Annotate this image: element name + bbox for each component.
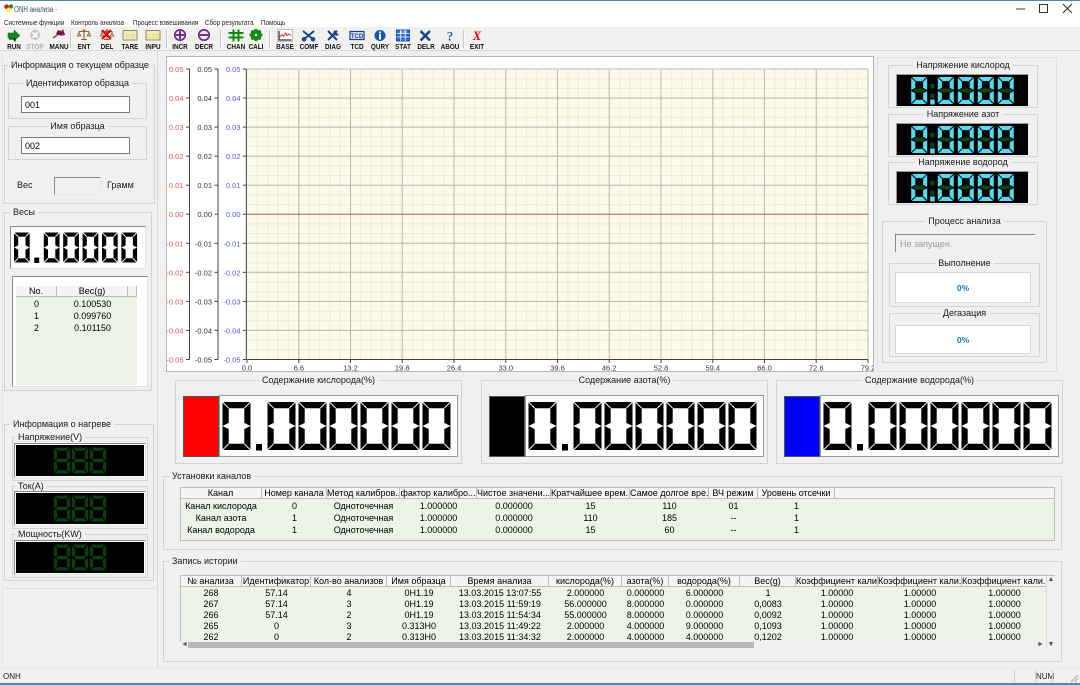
svg-text:-0.03: -0.03: [167, 297, 184, 306]
svg-text:0.0: 0.0: [242, 364, 252, 372]
svg-text:13.2: 13.2: [343, 364, 358, 372]
svg-text:0.01: 0.01: [197, 181, 212, 190]
svg-text:0.01: 0.01: [169, 181, 184, 190]
svg-text:0.00: 0.00: [226, 210, 241, 219]
svg-text:-0.02: -0.02: [167, 268, 184, 277]
svg-text:52.8: 52.8: [654, 364, 669, 372]
svg-text:0.01: 0.01: [226, 181, 241, 190]
svg-text:-0.05: -0.05: [195, 356, 212, 365]
svg-text:26.4: 26.4: [447, 364, 462, 372]
svg-text:79.2: 79.2: [861, 364, 873, 372]
svg-text:0.05: 0.05: [197, 65, 212, 74]
svg-text:-0.03: -0.03: [223, 297, 240, 306]
svg-text:0.04: 0.04: [169, 94, 184, 103]
svg-text:0.0: 0.0: [125, 33, 134, 40]
svg-text:33.0: 33.0: [498, 364, 513, 372]
svg-text:-0.01: -0.01: [223, 239, 240, 248]
svg-text:46.2: 46.2: [602, 364, 617, 372]
svg-text:0.00: 0.00: [169, 210, 184, 219]
svg-text:-0.03: -0.03: [195, 297, 212, 306]
svg-text:TCD: TCD: [351, 34, 364, 40]
svg-text:-0.01: -0.01: [195, 239, 212, 248]
svg-text:-0.04: -0.04: [195, 326, 212, 335]
svg-text:0.02: 0.02: [169, 152, 184, 161]
svg-text:-0.02: -0.02: [195, 268, 212, 277]
svg-text:59.4: 59.4: [705, 364, 720, 372]
svg-text:-0.05: -0.05: [223, 356, 240, 365]
svg-text:72.6: 72.6: [809, 364, 824, 372]
svg-text:-0.05: -0.05: [167, 356, 184, 365]
svg-text:1.23: 1.23: [146, 33, 159, 40]
svg-text:1234: 1234: [399, 30, 407, 34]
svg-text:X: X: [472, 29, 482, 42]
svg-text:0.03: 0.03: [226, 123, 241, 132]
svg-text:0.05: 0.05: [169, 65, 184, 74]
svg-text:-0.02: -0.02: [223, 268, 240, 277]
svg-text:66.0: 66.0: [757, 364, 772, 372]
svg-text:0.03: 0.03: [169, 123, 184, 132]
svg-text:0.00: 0.00: [197, 210, 212, 219]
svg-text:19.8: 19.8: [395, 364, 410, 372]
svg-text:0.02: 0.02: [197, 152, 212, 161]
svg-text:?: ?: [446, 29, 453, 42]
svg-text:0.04: 0.04: [226, 94, 241, 103]
svg-text:39.6: 39.6: [550, 364, 565, 372]
svg-text:6.6: 6.6: [294, 364, 304, 372]
svg-text:-0.01: -0.01: [167, 239, 184, 248]
svg-text:0.02: 0.02: [226, 152, 241, 161]
svg-text:0.05: 0.05: [226, 65, 241, 74]
svg-text:-0.04: -0.04: [223, 326, 240, 335]
svg-text:-0.04: -0.04: [167, 326, 184, 335]
svg-text:0.03: 0.03: [197, 123, 212, 132]
svg-text:0.04: 0.04: [197, 94, 212, 103]
